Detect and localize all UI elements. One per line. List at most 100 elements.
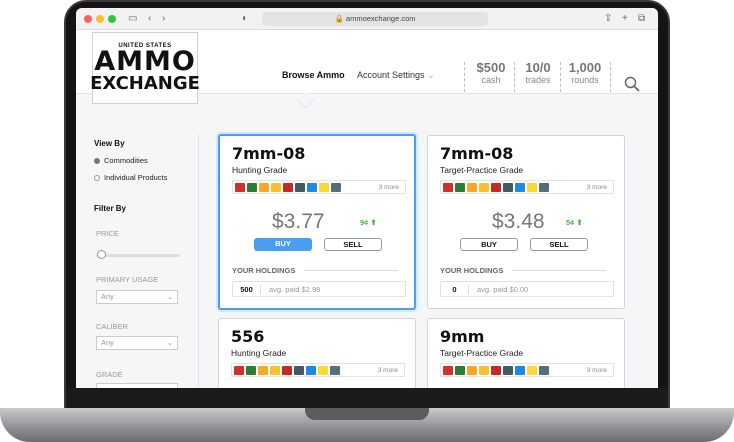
- holdings-divider: [512, 270, 606, 271]
- more-brands-link[interactable]: 3 more: [587, 184, 607, 191]
- radio-individual-products[interactable]: Individual Products: [94, 173, 167, 182]
- back-icon[interactable]: ‹: [148, 12, 151, 26]
- card-title: 7mm-08: [232, 144, 306, 163]
- stat-trades-value: 10/0: [525, 60, 551, 75]
- close-window-button[interactable]: [84, 15, 92, 23]
- holdings-divider: [304, 270, 398, 271]
- more-brands-link[interactable]: 3 more: [379, 184, 399, 191]
- active-nav-caret: [297, 91, 315, 109]
- browser-toolbar: ▭ ‹ › ◐ 🔒 ammoexchange.com ⇪ + ⧉: [76, 8, 658, 30]
- radio-individual-label: Individual Products: [104, 173, 168, 182]
- search-icon[interactable]: [624, 76, 640, 95]
- laptop-notch: [305, 408, 429, 420]
- card-subtitle: Target-Practice Grade: [440, 348, 524, 358]
- price-change: 5¢ ⬆: [566, 218, 583, 227]
- forward-icon[interactable]: ›: [162, 12, 165, 26]
- stat-divider: [560, 62, 561, 92]
- commodity-card[interactable]: 9mm Target-Practice Grade 3 more: [427, 318, 625, 388]
- price-filter-label: PRICE: [96, 229, 119, 238]
- card-subtitle: Target-Practice Grade: [440, 165, 524, 175]
- price-slider-handle[interactable]: [97, 250, 106, 259]
- card-price: $3.77: [272, 210, 325, 233]
- brand-logo-icon: [503, 182, 513, 192]
- brand-logo-icon: [467, 365, 477, 375]
- holdings-box: 500 avg. paid $2.98: [232, 281, 406, 297]
- grade-select[interactable]: [96, 383, 178, 388]
- brand-logo-icon: [539, 182, 549, 192]
- chevron-down-icon: ⌄: [427, 70, 435, 80]
- nav-account-settings-label: Account Settings: [357, 70, 425, 80]
- stat-divider: [514, 62, 515, 92]
- stat-divider: [464, 62, 465, 92]
- sidebar-toggle-icon[interactable]: ▭: [128, 12, 137, 26]
- brand-logo-icon: [455, 365, 465, 375]
- stat-rounds-label: rounds: [571, 75, 599, 85]
- holdings-quantity: 0: [441, 284, 469, 294]
- commodity-card[interactable]: 7mm-08 Target-Practice Grade 3 more $3.4…: [427, 135, 625, 309]
- brand-logo-icon: [539, 365, 549, 375]
- brand-logo-icon: [235, 182, 245, 192]
- radio-commodities[interactable]: Commodities: [94, 156, 148, 165]
- share-icon[interactable]: ⇪: [604, 12, 612, 26]
- brand-logo-icon: [491, 182, 501, 192]
- brand-logo-icon: [283, 182, 293, 192]
- address-bar[interactable]: 🔒 ammoexchange.com: [262, 12, 488, 26]
- nav-browse-ammo[interactable]: Browse Ammo: [282, 70, 345, 80]
- tabs-overview-icon[interactable]: ⧉: [638, 12, 645, 26]
- brand-logo-icon: [246, 365, 256, 375]
- stat-rounds-value: 1,000: [568, 60, 602, 75]
- brand-logo-icon: [331, 182, 341, 192]
- laptop-frame: ▭ ‹ › ◐ 🔒 ammoexchange.com ⇪ + ⧉ UNITED …: [0, 0, 734, 442]
- minimize-window-button[interactable]: [96, 15, 104, 23]
- radio-commodities-label: Commodities: [104, 156, 148, 165]
- brand-logo-icon: [307, 182, 317, 192]
- stat-cash-label: cash: [481, 75, 501, 85]
- card-title: 556: [231, 327, 265, 346]
- chevron-down-icon: ⌄: [166, 338, 173, 347]
- laptop-bezel: [66, 388, 668, 410]
- brand-logo-icon: [319, 182, 329, 192]
- card-title: 9mm: [440, 327, 485, 346]
- holdings-box: 0 avg. paid $0.00: [440, 281, 614, 297]
- commodity-card[interactable]: 556 Hunting Grade 3 more: [218, 318, 416, 388]
- primary-usage-value: Any: [101, 292, 114, 301]
- nav-account-settings[interactable]: Account Settings ⌄: [357, 70, 435, 81]
- commodity-card[interactable]: 7mm-08 Hunting Grade 3 more $3.77 9¢ ⬆ B…: [218, 134, 416, 310]
- new-tab-icon[interactable]: +: [622, 12, 628, 26]
- sell-button[interactable]: SELL: [324, 238, 382, 251]
- browser-screen: ▭ ‹ › ◐ 🔒 ammoexchange.com ⇪ + ⧉ UNITED …: [76, 8, 658, 388]
- brand-logo-icon: [527, 365, 537, 375]
- more-brands-link[interactable]: 3 more: [378, 367, 398, 374]
- radio-unselected-icon: [94, 174, 100, 181]
- view-by-heading: View By: [94, 139, 125, 148]
- card-subtitle: Hunting Grade: [232, 165, 288, 175]
- sidebar-divider: [198, 134, 199, 388]
- primary-usage-label: PRIMARY USAGE: [96, 275, 159, 284]
- brand-logo-icon: [527, 182, 537, 192]
- logo-line-2: AMMO: [94, 46, 196, 77]
- site-logo[interactable]: UNITED STATES AMMO EXCHANGE: [90, 32, 200, 104]
- buy-button[interactable]: BUY: [460, 238, 518, 251]
- brand-logo-icon: [259, 182, 269, 192]
- brand-logo-strip: 3 more: [440, 363, 614, 377]
- privacy-shield-icon[interactable]: ◐: [242, 12, 248, 26]
- chevron-down-icon: ⌄: [166, 292, 173, 301]
- caliber-select[interactable]: Any ⌄: [96, 336, 178, 350]
- brand-logo-icon: [479, 182, 489, 192]
- primary-usage-select[interactable]: Any ⌄: [96, 290, 178, 304]
- stat-cash: $500 cash: [472, 60, 510, 85]
- sell-button[interactable]: SELL: [530, 238, 588, 251]
- stat-trades-label: trades: [525, 75, 551, 85]
- brand-logo-icon: [443, 365, 453, 375]
- holdings-quantity: 500: [233, 284, 261, 294]
- maximize-window-button[interactable]: [108, 15, 116, 23]
- brand-logo-icon: [270, 365, 280, 375]
- card-price: $3.48: [492, 210, 545, 233]
- card-title: 7mm-08: [440, 144, 514, 163]
- holdings-label: YOUR HOLDINGS: [440, 266, 504, 275]
- more-brands-link[interactable]: 3 more: [587, 367, 607, 374]
- buy-button[interactable]: BUY: [254, 238, 312, 251]
- price-slider-track[interactable]: [96, 254, 180, 257]
- brand-logo-icon: [467, 182, 477, 192]
- brand-logo-icon: [503, 365, 513, 375]
